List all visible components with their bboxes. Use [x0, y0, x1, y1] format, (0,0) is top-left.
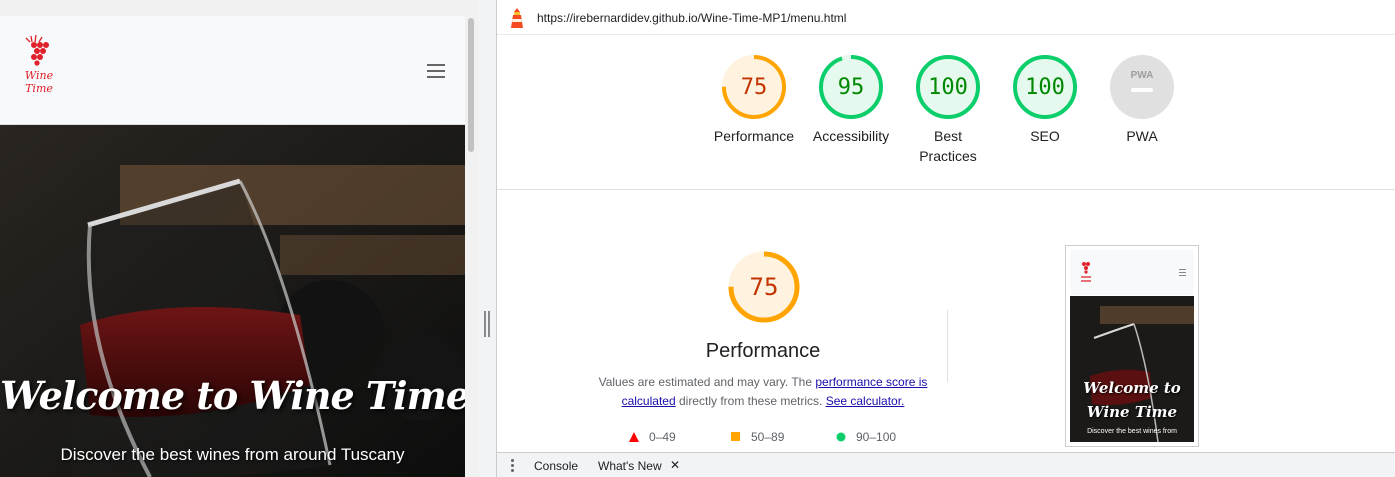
pwa-badge-icon: PWA [1110, 55, 1174, 119]
gauge-best-practices-ring: 100 [916, 55, 980, 119]
preview-scrollbar[interactable] [467, 16, 475, 477]
site-navbar: Wine Time [0, 16, 465, 125]
gauge-seo-ring: 100 [1013, 55, 1077, 119]
score-gauges: 75 Performance 95 Accessibility 100 Best… [497, 35, 1395, 190]
tab-console[interactable]: Console [534, 459, 578, 473]
thumbnail-hero: Welcome to Wine Time Discover the best w… [1070, 296, 1194, 442]
hero-subtitle: Discover the best wines from around Tusc… [60, 445, 405, 464]
pane-splitter[interactable] [478, 0, 497, 477]
gauge-pwa[interactable]: PWA PWA [1092, 54, 1192, 146]
performance-big-gauge[interactable]: 75 [727, 250, 801, 324]
performance-description: Values are estimated and may vary. The p… [598, 375, 928, 408]
site-preview-pane: Wine Time Welcome to Wine Time Discover … [0, 0, 478, 477]
legend-average: 50–89 [731, 430, 784, 444]
svg-text:75: 75 [750, 273, 779, 301]
logo-text: Wine [25, 69, 54, 82]
see-calculator-link[interactable]: See calculator. [826, 394, 905, 408]
hamburger-icon[interactable] [427, 64, 445, 78]
report-url[interactable]: https://irebernardidev.github.io/Wine-Ti… [537, 11, 846, 25]
gauge-accessibility[interactable]: 95 Accessibility [801, 54, 901, 146]
gauge-seo-label: SEO [1030, 128, 1060, 144]
gauge-performance-label: Performance [713, 128, 795, 144]
lighthouse-icon [511, 8, 523, 28]
tab-whats-new[interactable]: What's New [598, 459, 662, 473]
final-screenshot-thumbnail[interactable]: Welcome to Wine Time Discover the best w… [1065, 245, 1199, 447]
average-square-icon [731, 432, 740, 441]
svg-text:100: 100 [1025, 75, 1065, 100]
splitter-grip-icon[interactable] [484, 311, 490, 337]
gauge-performance[interactable]: 75 Performance [704, 54, 804, 146]
gauge-best-practices[interactable]: 100 Best Practices [898, 54, 998, 166]
report-url-bar: https://irebernardidev.github.io/Wine-Ti… [497, 0, 1395, 35]
wine-time-logo[interactable]: Wine Time [22, 32, 56, 100]
hero-section: Welcome to Wine Time Discover the best w… [0, 125, 465, 477]
gauge-accessibility-label: Accessibility [812, 128, 890, 144]
wine-glass-background [0, 125, 465, 477]
thumbnail-hamburger-icon [1179, 269, 1186, 276]
site-viewport: Wine Time Welcome to Wine Time Discover … [0, 16, 465, 477]
thumbnail-subtitle: Discover the best wines from [1087, 428, 1177, 435]
devtools-drawer: Console What's New ✕ [497, 452, 1395, 477]
fail-triangle-icon [629, 432, 639, 442]
gauge-accessibility-ring: 95 [819, 55, 883, 119]
lighthouse-report: https://irebernardidev.github.io/Wine-Ti… [497, 0, 1395, 477]
legend-pass: 90–100 [836, 430, 896, 444]
preview-scrollbar-thumb[interactable] [468, 18, 474, 152]
legend-fail: 0–49 [629, 430, 676, 444]
thumbnail-title: Welcome to Wine Time [1083, 379, 1181, 421]
gauge-seo[interactable]: 100 SEO [995, 54, 1095, 146]
details-divider [947, 310, 948, 382]
hero-title: Welcome to Wine Time [0, 373, 465, 418]
svg-text:75: 75 [741, 75, 768, 100]
thumbnail-logo-icon [1081, 262, 1091, 282]
drawer-menu-icon[interactable] [511, 459, 514, 474]
pass-circle-icon [836, 432, 846, 442]
close-icon[interactable]: ✕ [670, 458, 680, 472]
svg-text:95: 95 [838, 75, 865, 100]
svg-text:PWA: PWA [1131, 70, 1154, 81]
performance-details: 75 Performance Values are estimated and … [497, 190, 1395, 452]
performance-title: Performance [705, 340, 821, 362]
thumbnail-navbar [1070, 250, 1194, 295]
svg-text:Time: Time [25, 82, 53, 95]
gauge-pwa-label: PWA [1126, 128, 1158, 144]
gauge-performance-ring: 75 [722, 55, 786, 119]
gauge-best-practices-label: Best Practices [919, 128, 977, 164]
svg-text:100: 100 [928, 75, 968, 100]
